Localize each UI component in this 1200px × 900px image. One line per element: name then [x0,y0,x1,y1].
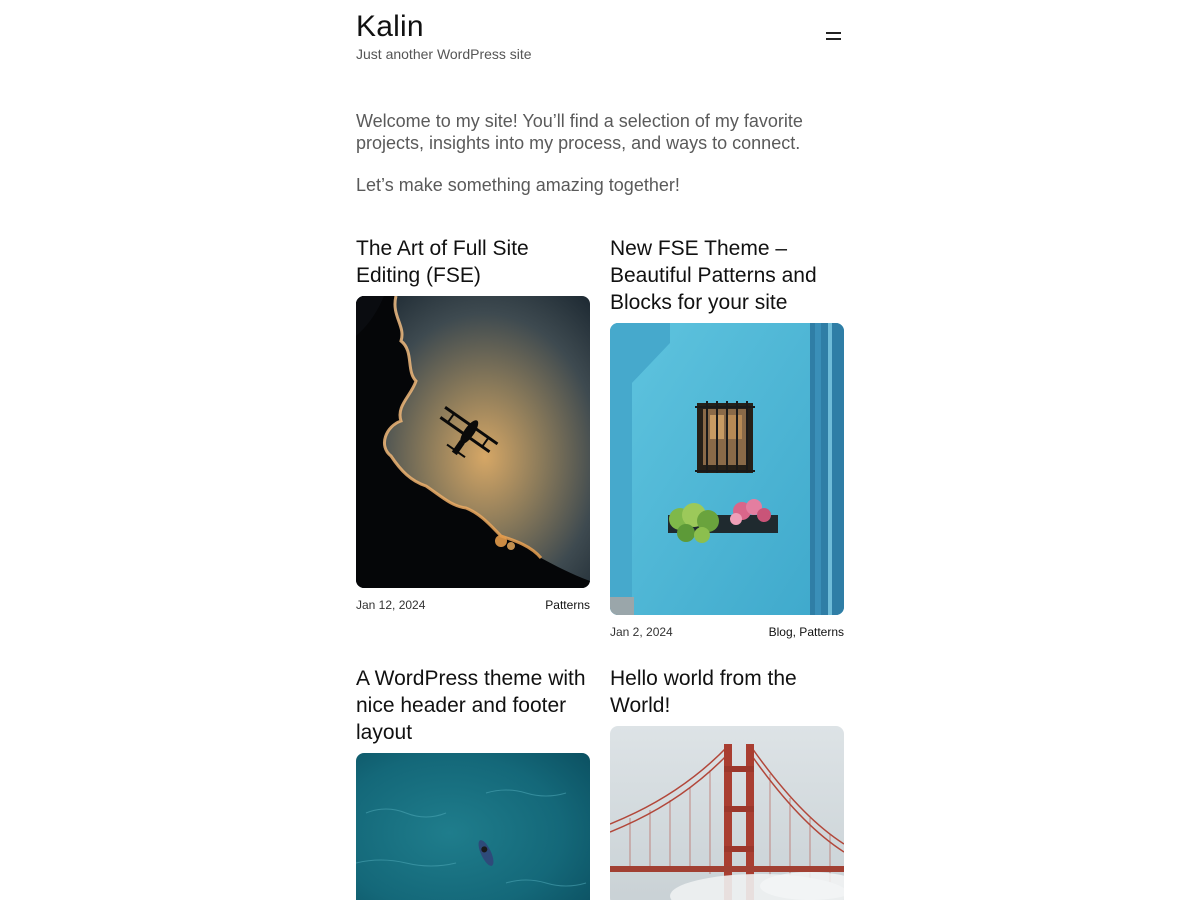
site-tagline: Just another WordPress site [356,46,532,62]
post-thumbnail-ocean[interactable] [356,753,590,900]
blue-wall-image [610,323,844,615]
post-meta: Jan 2, 2024 Blog, Patterns [610,624,844,640]
menu-line-top [826,32,841,34]
ocean-surfer-image [356,753,590,900]
post-date: Jan 2, 2024 [610,625,673,639]
post-thumbnail-bridge[interactable] [610,726,844,900]
post-card: The Art of Full Site Editing (FSE) Jan 1… [356,235,590,613]
intro-paragraph: Welcome to my site! You’ll find a select… [356,111,803,153]
post-card: New FSE Theme – Beautiful Patterns and B… [610,235,844,640]
post-title[interactable]: A WordPress theme with nice header and f… [356,665,590,746]
biplane-image [356,296,590,588]
menu-line-bottom [826,38,841,40]
post-meta: Jan 12, 2024 Patterns [356,597,590,613]
post-title[interactable]: New FSE Theme – Beautiful Patterns and B… [610,235,844,316]
intro-paragraph-cta: Let’s make something amazing together! [356,175,680,195]
bridge-image [610,726,844,900]
post-title[interactable]: The Art of Full Site Editing (FSE) [356,235,590,289]
post-thumbnail-biplane[interactable] [356,296,590,588]
post-card: Hello world from the World! [610,665,844,900]
intro-section: Welcome to my site! You’ll find a select… [356,110,826,196]
post-thumbnail-blue-wall[interactable] [610,323,844,615]
post-category[interactable]: Patterns [545,597,590,613]
post-card: A WordPress theme with nice header and f… [356,665,590,900]
site-title[interactable]: Kalin [356,10,424,44]
site-header: Kalin Just another WordPress site [356,10,844,70]
hamburger-menu-icon[interactable] [826,28,842,42]
post-date: Jan 12, 2024 [356,598,426,612]
page: Kalin Just another WordPress site Welcom… [0,0,1200,900]
post-category[interactable]: Blog, Patterns [769,624,844,640]
post-title[interactable]: Hello world from the World! [610,665,844,719]
